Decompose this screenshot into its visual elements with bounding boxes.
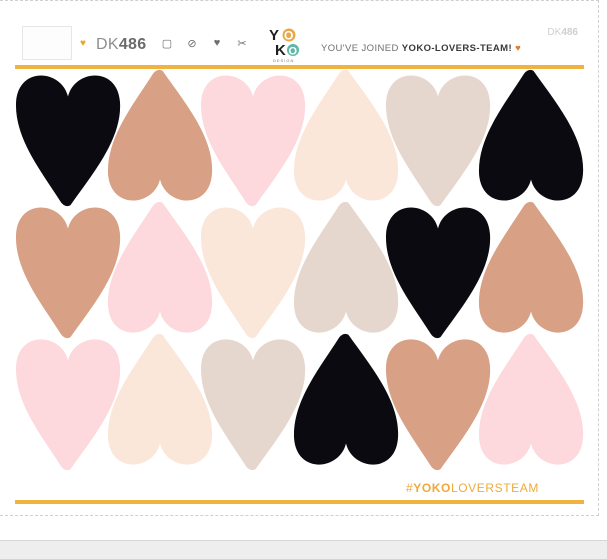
- viewer-bottom-bar: [0, 540, 607, 559]
- heart-sticker-pink: [478, 333, 584, 465]
- heart-sticker-pink: [107, 201, 213, 333]
- heart-sticker-cream: [293, 69, 399, 201]
- bottom-stripe: [15, 500, 584, 504]
- hearts-grid: [15, 69, 584, 471]
- heart-sticker-caramel: [107, 69, 213, 201]
- heart-sticker-greige: [385, 75, 491, 207]
- heart-sticker-pink: [200, 75, 306, 207]
- hashtag: #YOKOLOVERSTEAM: [405, 481, 539, 495]
- heart-sticker-greige: [200, 339, 306, 471]
- heart-sticker-cream: [200, 207, 306, 339]
- heart-sticker-black: [478, 69, 584, 201]
- heart-sticker-caramel: [385, 339, 491, 471]
- heart-sticker-black: [385, 207, 491, 339]
- heart-sticker-caramel: [15, 207, 121, 339]
- heart-sticker-caramel: [478, 201, 584, 333]
- heart-sticker-greige: [293, 201, 399, 333]
- heart-sticker-pink: [15, 339, 121, 471]
- heart-sticker-black: [293, 333, 399, 465]
- heart-sticker-cream: [107, 333, 213, 465]
- sticker-sheet: ♥ DK486 ▢ ⊘ ♥ ✂ Y O K O DESIGN YOU'VE JO…: [13, 22, 584, 510]
- heart-sticker-black: [15, 75, 121, 207]
